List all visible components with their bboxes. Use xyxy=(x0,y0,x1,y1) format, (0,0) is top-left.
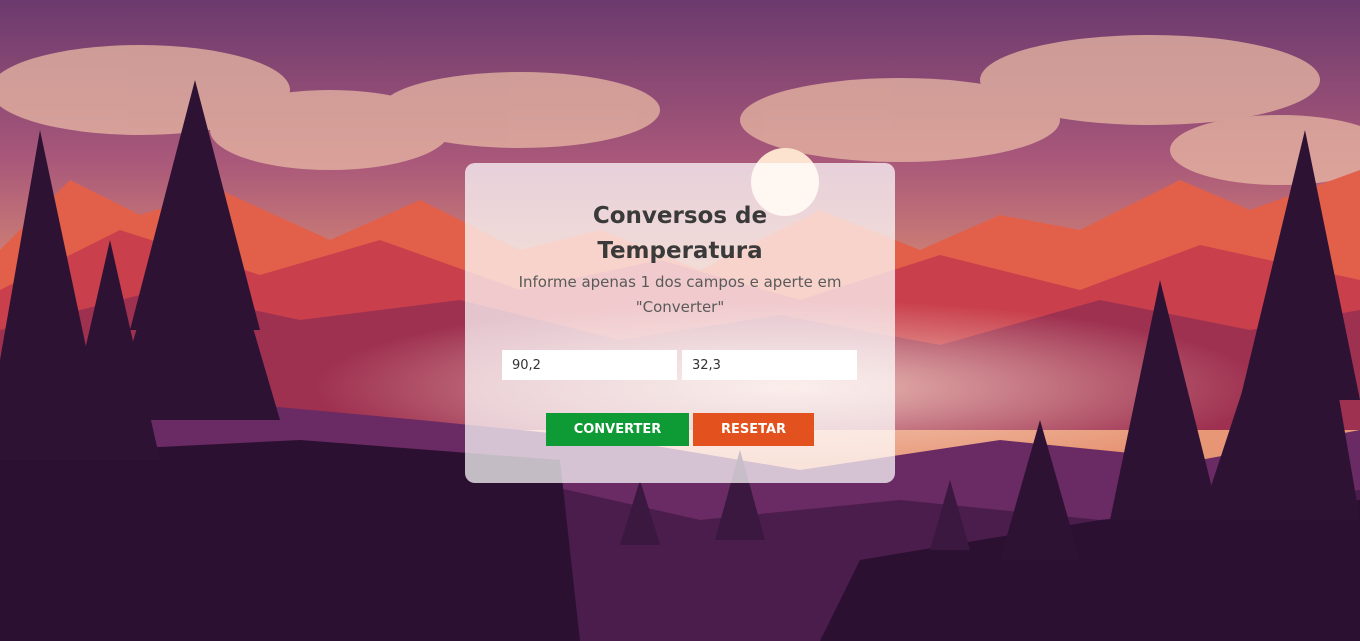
converter-card: Conversos de Temperatura Informe apenas … xyxy=(465,163,895,483)
page: Conversos de Temperatura Informe apenas … xyxy=(0,0,1360,641)
celsius-input[interactable] xyxy=(502,350,677,380)
convert-button[interactable]: CONVERTER xyxy=(546,413,689,446)
instructions-line-1: Informe apenas 1 dos campos e aperte em xyxy=(518,273,842,291)
action-buttons: CONVERTER RESETAR xyxy=(546,413,816,446)
title-line-2: Temperatura xyxy=(597,238,763,264)
reset-button[interactable]: RESETAR xyxy=(693,413,814,446)
instructions-line-2: "Converter" xyxy=(635,298,725,316)
temperature-inputs xyxy=(502,350,859,381)
fahrenheit-input[interactable] xyxy=(682,350,857,380)
instructions-text: Informe apenas 1 dos campos e aperte em … xyxy=(495,270,865,320)
title-line-1: Conversos de xyxy=(592,203,768,229)
page-title: Conversos de Temperatura xyxy=(465,199,895,269)
